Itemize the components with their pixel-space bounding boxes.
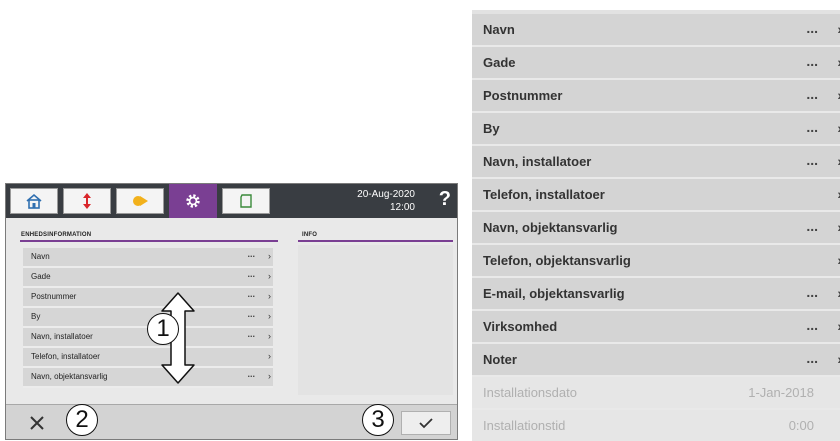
document-icon (240, 194, 252, 208)
more-icon: ... (247, 269, 255, 279)
list-item-label: Navn (483, 22, 515, 37)
tab-settings[interactable] (169, 184, 217, 218)
list-item[interactable]: Noter ... › (472, 344, 840, 377)
list-item-label: Installationsdato (483, 385, 577, 400)
chevron-right-icon: › (268, 251, 271, 261)
list-item[interactable]: E-mail, objektansvarlig ... › (472, 278, 840, 311)
list-item-label: Navn (31, 252, 50, 261)
chevron-right-icon: › (268, 271, 271, 281)
list-item-label: Telefon, installatoer (31, 352, 100, 361)
install-date-value: 1-Jan-2018 (748, 385, 814, 400)
more-icon: ... (806, 86, 818, 102)
callout-2: 2 (66, 404, 98, 436)
device-screen: 20-Aug-2020 12:00 ? ENHEDSINFORMATION IN… (5, 183, 458, 440)
list-item[interactable]: Telefon, installatoer › (23, 348, 273, 368)
more-icon: ... (247, 329, 255, 339)
list-item-label: Installationstid (483, 418, 566, 433)
close-icon (30, 416, 44, 430)
more-icon: ... (806, 284, 818, 300)
list-item-label: By (31, 312, 41, 321)
list-item[interactable]: Navn, objektansvarlig ... › (472, 212, 840, 245)
list-item-label: Navn, installatoer (31, 332, 93, 341)
list-item[interactable]: Gade ... › (472, 47, 840, 80)
top-bar: 20-Aug-2020 12:00 ? (6, 184, 457, 218)
more-icon: ... (806, 53, 818, 69)
help-button[interactable]: ? (439, 188, 451, 211)
cancel-button[interactable] (12, 411, 62, 435)
more-icon: ... (806, 218, 818, 234)
list-item[interactable]: By ... › (472, 113, 840, 146)
device-info-divider (20, 240, 278, 242)
list-item[interactable]: Postnummer ... › (472, 80, 840, 113)
list-item[interactable]: Postnummer ... › (23, 288, 273, 308)
time-text: 12:00 (389, 202, 415, 213)
install-time-value: 0:00 (788, 418, 814, 433)
defrost-icon (133, 196, 148, 206)
list-item-label: Gade (31, 272, 51, 281)
tab-documents[interactable] (222, 188, 270, 214)
callout-1: 1 (147, 313, 179, 345)
more-icon: ... (247, 289, 255, 299)
info-divider (298, 240, 453, 242)
more-icon: ... (247, 309, 255, 319)
more-icon: ... (806, 317, 818, 333)
list-item-readonly: Installationstid 0:00 (472, 410, 840, 441)
list-item[interactable]: Telefon, objektansvarlig › (472, 245, 840, 278)
list-item-label: Postnummer (31, 292, 77, 301)
list-item-label: Navn, objektansvarlig (483, 220, 618, 235)
list-item[interactable]: Virksomhed ... › (472, 311, 840, 344)
list-item-label: Navn, objektansvarlig (31, 372, 108, 381)
list-item[interactable]: Navn ... › (23, 248, 273, 268)
home-icon (26, 193, 42, 209)
date-text: 20-Aug-2020 (357, 189, 415, 200)
more-icon: ... (806, 119, 818, 135)
chevron-right-icon: › (268, 351, 271, 361)
confirm-button[interactable] (401, 411, 451, 435)
more-icon: ... (247, 369, 255, 379)
chevron-right-icon: › (268, 331, 271, 341)
info-panel (298, 245, 453, 395)
more-icon: ... (247, 249, 255, 259)
chevron-right-icon: › (268, 371, 271, 381)
list-item[interactable]: Telefon, installatoer › (472, 179, 840, 212)
check-icon (419, 418, 433, 429)
more-icon: ... (806, 350, 818, 366)
list-item-label: Telefon, objektansvarlig (483, 253, 631, 268)
list-item[interactable]: Navn, objektansvarlig ... › (23, 368, 273, 388)
list-item-label: Telefon, installatoer (483, 187, 605, 202)
tab-home[interactable] (10, 188, 58, 214)
list-item-label: Navn, installatoer (483, 154, 592, 169)
chevron-right-icon: › (268, 291, 271, 301)
list-item[interactable]: Navn, installatoer ... › (472, 146, 840, 179)
enlarged-list: Navn ... › Gade ... › Postnummer ... › B… (472, 10, 840, 441)
list-item[interactable]: Navn ... › (472, 14, 840, 47)
tab-defrost[interactable] (116, 188, 164, 214)
list-item-label: By (483, 121, 500, 136)
info-heading: INFO (302, 232, 318, 238)
list-item-label: Virksomhed (483, 319, 558, 334)
list-item[interactable]: Gade ... › (23, 268, 273, 288)
list-item-readonly: Installationsdato 1-Jan-2018 (472, 377, 840, 410)
date-time: 20-Aug-2020 12:00 (357, 188, 415, 214)
chevron-right-icon: › (268, 311, 271, 321)
list-item-label: Gade (483, 55, 516, 70)
list-item-label: E-mail, objektansvarlig (483, 286, 625, 301)
more-icon: ... (806, 20, 818, 36)
list-item-label: Postnummer (483, 88, 563, 103)
gear-icon (186, 194, 200, 208)
tab-refrigerant[interactable] (63, 188, 111, 214)
more-icon: ... (806, 152, 818, 168)
device-info-heading: ENHEDSINFORMATION (21, 232, 92, 238)
callout-3: 3 (362, 404, 394, 436)
refrigerant-arrows-icon (83, 193, 91, 209)
list-item-label: Noter (483, 352, 517, 367)
